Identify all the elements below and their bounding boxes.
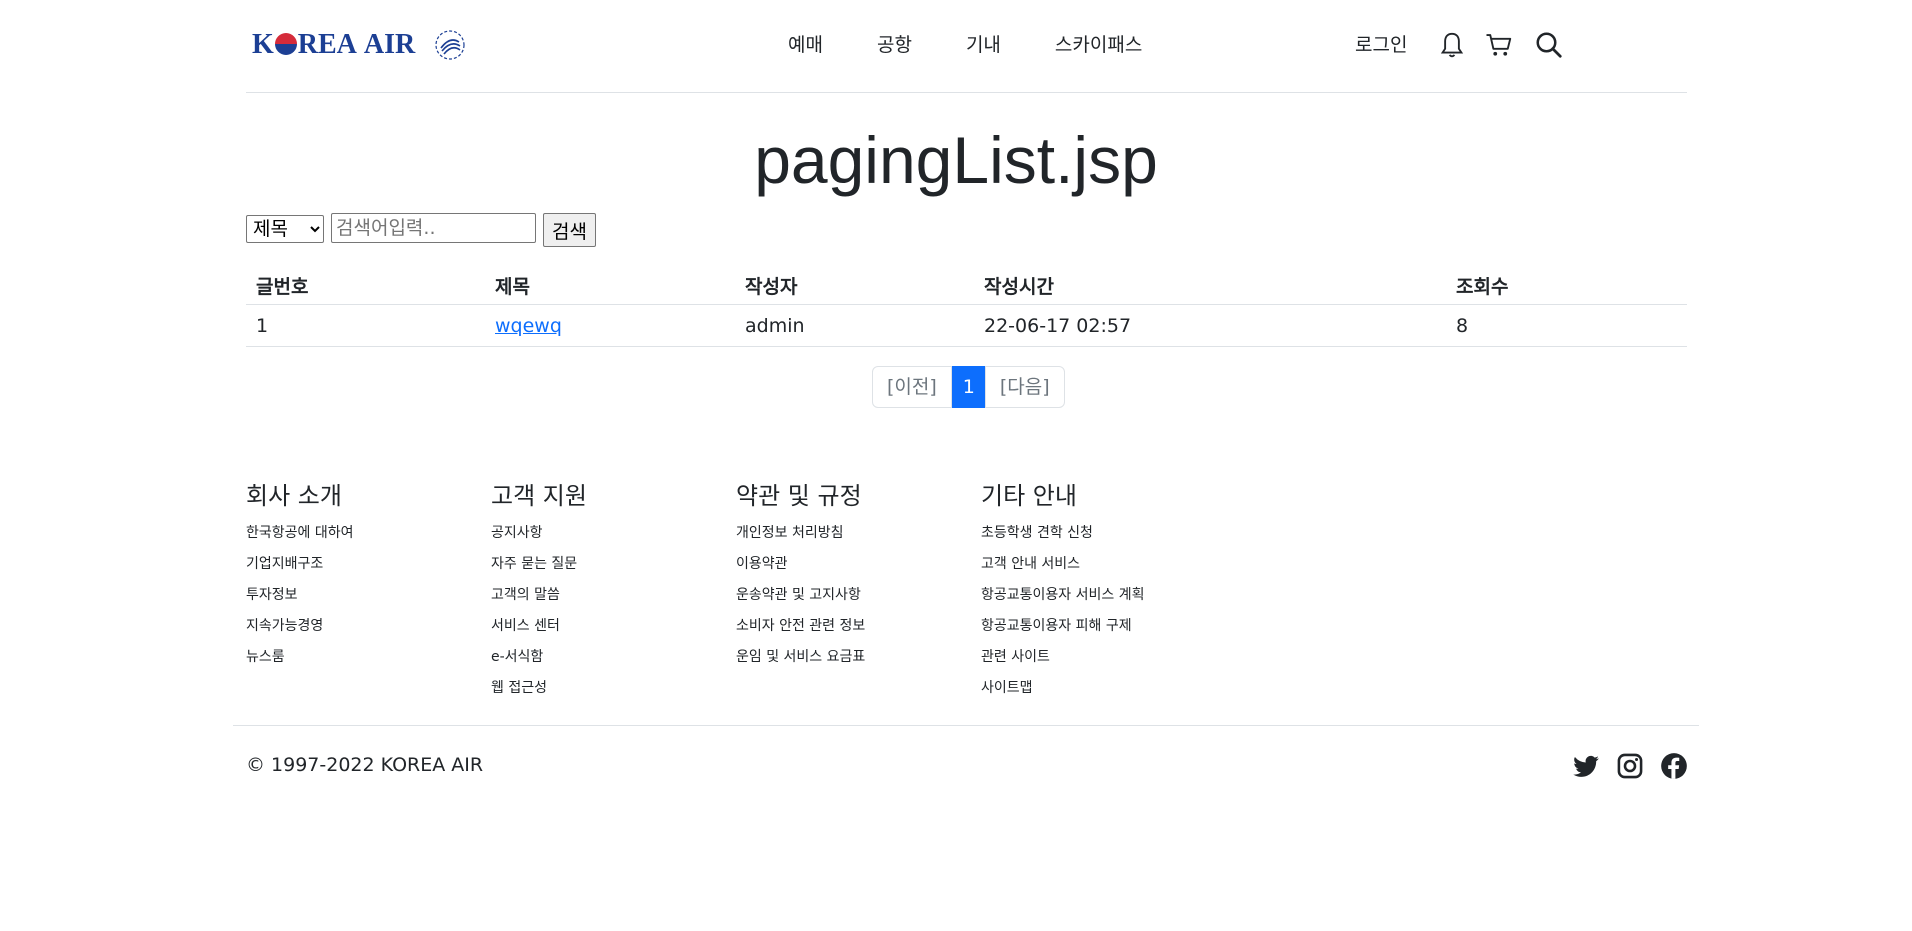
footer-column-title: 고객 지원 [491,482,587,510]
nav-item-booking[interactable]: 예매 [788,30,823,57]
footer-link[interactable]: 운임 및 서비스 요금표 [736,647,865,678]
taegeuk-icon [274,33,297,55]
cell-title: wqewq [485,304,735,347]
footer-link[interactable]: 지속가능경영 [246,616,354,647]
search-input[interactable] [331,213,536,243]
cell-writer: admin [735,304,974,347]
copyright-text: © 1997-2022 KOREA AIR [246,754,484,776]
footer-link[interactable]: 관련 사이트 [981,647,1144,678]
bell-icon[interactable] [1437,30,1467,60]
skyteam-emblem-icon [435,30,465,60]
post-title-link[interactable]: wqewq [495,315,562,337]
search-form: 제목 검색 [246,213,1687,247]
site-header: K REA AIR 예매 공항 기내 스카이패스 로그인 [246,0,1687,93]
footer-column-title: 회사 소개 [246,482,342,510]
cell-views: 8 [1446,304,1687,347]
column-header-title: 제목 [485,266,735,305]
table-row: 1 wqewq admin 22-06-17 02:57 8 [246,304,1687,347]
footer-divider [233,725,1699,726]
column-header-no: 글번호 [246,266,485,305]
footer-column-etc: 기타 안내 초등학생 견학 신청 고객 안내 서비스 항공교통이용자 서비스 계… [981,476,1144,709]
search-button[interactable]: 검색 [543,213,596,247]
footer-column-title: 약관 및 규정 [736,482,862,510]
footer-link[interactable]: 항공교통이용자 피해 구제 [981,616,1144,647]
board-table: 글번호 제목 작성자 작성시간 조회수 1 wqewq admin 22-06-… [246,266,1687,347]
footer-link[interactable]: 고객의 말씀 [491,585,587,616]
korea-air-logo[interactable]: K REA AIR [252,28,467,62]
nav-item-skypass[interactable]: 스카이패스 [1055,30,1142,57]
twitter-icon[interactable] [1572,752,1600,780]
footer-column-support: 고객 지원 공지사항 자주 묻는 질문 고객의 말씀 서비스 센터 e-서식함 … [491,476,587,709]
search-icon[interactable] [1534,30,1564,60]
nav-item-airport[interactable]: 공항 [877,30,912,57]
cell-no: 1 [246,304,485,347]
footer-column-company: 회사 소개 한국항공에 대하여 기업지배구조 투자정보 지속가능경영 뉴스룸 [246,476,354,678]
instagram-icon[interactable] [1616,752,1644,780]
footer-link[interactable]: 자주 묻는 질문 [491,554,587,585]
footer-link[interactable]: 기업지배구조 [246,554,354,585]
footer-link[interactable]: 투자정보 [246,585,354,616]
footer-link[interactable]: 공지사항 [491,523,587,554]
logo-wordmark: K REA AIR [252,29,416,60]
footer-link[interactable]: 한국항공에 대하여 [246,523,354,554]
footer-link[interactable]: 뉴스룸 [246,647,354,678]
footer-link[interactable]: 운송약관 및 고지사항 [736,585,865,616]
footer-link[interactable]: 서비스 센터 [491,616,587,647]
facebook-icon[interactable] [1660,752,1688,780]
column-header-time: 작성시간 [974,266,1446,305]
nav-item-inflight[interactable]: 기내 [966,30,1001,57]
footer-link[interactable]: 항공교통이용자 서비스 계획 [981,585,1144,616]
search-field-select[interactable]: 제목 [246,215,324,243]
column-header-views: 조회수 [1446,266,1687,305]
page-number-current[interactable]: 1 [951,366,986,408]
footer-link[interactable]: 이용약관 [736,554,865,585]
footer-column-title: 기타 안내 [981,482,1077,510]
footer-link[interactable]: 개인정보 처리방침 [736,523,865,554]
cart-icon[interactable] [1484,30,1514,60]
main-nav: 예매 공항 기내 스카이패스 [788,30,1196,57]
login-link[interactable]: 로그인 [1355,30,1407,57]
footer-link[interactable]: 소비자 안전 관련 정보 [736,616,865,647]
page-title: pagingList.jsp [754,123,1158,197]
footer-link[interactable]: 웹 접근성 [491,678,587,709]
column-header-writer: 작성자 [735,266,974,305]
footer-link[interactable]: 사이트맵 [981,678,1144,709]
footer-link[interactable]: 초등학생 견학 신청 [981,523,1144,554]
next-page-link[interactable]: [다음] [984,366,1065,408]
footer-link[interactable]: e-서식함 [491,647,587,678]
table-header-row: 글번호 제목 작성자 작성시간 조회수 [246,266,1687,305]
cell-time: 22-06-17 02:57 [974,304,1446,347]
board-table-container: 글번호 제목 작성자 작성시간 조회수 1 wqewq admin 22-06-… [246,266,1687,347]
footer-column-terms: 약관 및 규정 개인정보 처리방침 이용약관 운송약관 및 고지사항 소비자 안… [736,476,865,678]
footer-link[interactable]: 고객 안내 서비스 [981,554,1144,585]
prev-page-link[interactable]: [이전] [872,366,952,408]
pagination: [이전] 1 [다음] [872,366,1065,408]
